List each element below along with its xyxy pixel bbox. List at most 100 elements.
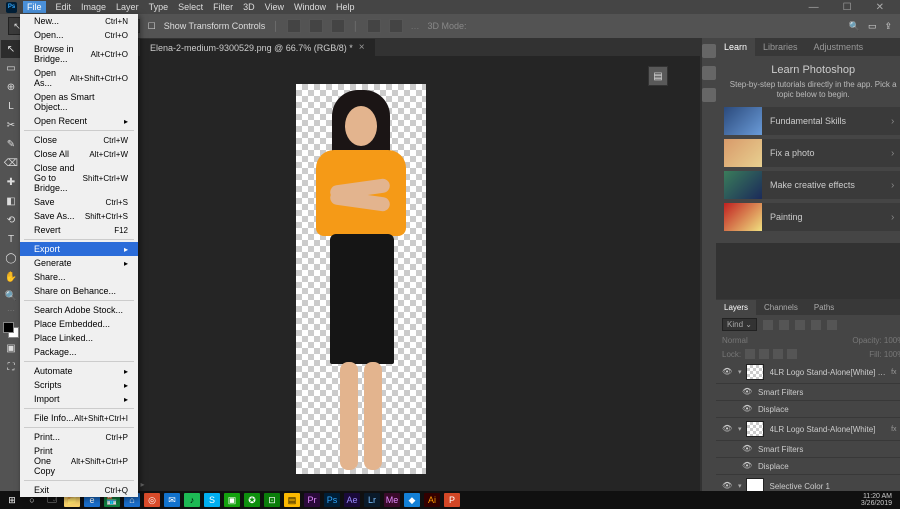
quick-select-tool[interactable]: L <box>1 97 21 115</box>
file-menu-item[interactable]: RevertF12 <box>20 223 138 237</box>
menu-select[interactable]: Select <box>178 2 203 12</box>
file-menu-item[interactable]: Place Embedded... <box>20 317 138 331</box>
layer-row[interactable]: Smart Filters <box>716 441 900 458</box>
file-menu-item[interactable]: Automate▸ <box>20 364 138 378</box>
search-icon[interactable]: 🔍 <box>849 21 860 32</box>
lock-transparency-icon[interactable] <box>745 349 755 359</box>
visibility-eye-icon[interactable] <box>742 444 752 454</box>
menu-layer[interactable]: Layer <box>116 2 139 12</box>
show-transform-checkbox[interactable]: ☐ <box>148 21 156 32</box>
file-menu-item[interactable]: Place Linked... <box>20 331 138 345</box>
taskbar-app-icon[interactable]: ⊞ <box>4 493 20 507</box>
swatches-panel-icon[interactable] <box>702 66 716 80</box>
taskbar-app-icon[interactable]: ◆ <box>404 493 420 507</box>
distribute-icon[interactable] <box>367 19 381 33</box>
lock-pixels-icon[interactable] <box>759 349 769 359</box>
layer-row[interactable]: ▾4LR Logo Stand-Alone[White]fx ⌄ <box>716 418 900 441</box>
file-menu-item[interactable]: Open Recent▸ <box>20 114 138 128</box>
align-icon[interactable] <box>331 19 345 33</box>
color-swatches[interactable] <box>3 322 19 338</box>
file-menu-item[interactable]: Search Adobe Stock... <box>20 303 138 317</box>
tab-paths[interactable]: Paths <box>806 300 842 315</box>
quick-mask-icon[interactable]: ▣ <box>1 339 21 357</box>
color-panel-icon[interactable] <box>702 44 716 58</box>
document-canvas[interactable] <box>296 84 426 474</box>
align-icon[interactable] <box>309 19 323 33</box>
file-menu-item[interactable]: Browse in Bridge...Alt+Ctrl+O <box>20 42 138 66</box>
clone-tool[interactable]: ◧ <box>1 192 21 210</box>
menu-filter[interactable]: Filter <box>213 2 233 12</box>
file-menu-item[interactable]: Package... <box>20 345 138 359</box>
expand-arrow-icon[interactable]: ▾ <box>738 368 742 376</box>
taskbar-app-icon[interactable]: ✪ <box>244 493 260 507</box>
shape-tool[interactable]: ◯ <box>1 249 21 267</box>
expand-arrow-icon[interactable]: ▾ <box>738 482 742 490</box>
workspace-icon[interactable]: ▭ <box>868 21 877 32</box>
filter-type-icon[interactable] <box>795 320 805 330</box>
tab-adjustments[interactable]: Adjustments <box>806 38 872 56</box>
learn-row-painting[interactable]: Painting › <box>724 203 900 231</box>
menu-view[interactable]: View <box>265 2 284 12</box>
file-menu-item[interactable]: Print...Ctrl+P <box>20 430 138 444</box>
file-menu-item[interactable]: Open as Smart Object... <box>20 90 138 114</box>
filter-pixel-icon[interactable] <box>763 320 773 330</box>
type-tool[interactable]: T <box>1 230 21 248</box>
tab-libraries[interactable]: Libraries <box>755 38 806 56</box>
file-menu-item[interactable]: File Info...Alt+Shift+Ctrl+I <box>20 411 138 425</box>
opacity-value[interactable]: 100% <box>884 336 900 345</box>
layer-row[interactable]: Displace <box>716 458 900 475</box>
zoom-tool[interactable]: 🔍 <box>1 287 21 305</box>
blend-mode-dropdown[interactable]: Normal <box>722 336 748 345</box>
taskbar-app-icon[interactable]: ⊡ <box>264 493 280 507</box>
file-menu-item[interactable]: Open As...Alt+Shift+Ctrl+O <box>20 66 138 90</box>
distribute-icon[interactable] <box>389 19 403 33</box>
file-menu-item[interactable]: Open...Ctrl+O <box>20 28 138 42</box>
layer-row[interactable]: ▾4LR Logo Stand-Alone[White] copyfx ⌄ <box>716 361 900 384</box>
file-menu-item[interactable]: Share... <box>20 270 138 284</box>
taskbar-app-icon[interactable]: Ai <box>424 493 440 507</box>
maximize-button[interactable]: ☐ <box>843 2 852 13</box>
close-button[interactable]: ✕ <box>876 2 884 13</box>
file-menu-item[interactable]: Share on Behance... <box>20 284 138 298</box>
file-menu-item[interactable]: Print One CopyAlt+Shift+Ctrl+P <box>20 444 138 478</box>
history-brush-tool[interactable]: ⟲ <box>1 211 21 229</box>
learn-row-fix-photo[interactable]: Fix a photo › <box>724 139 900 167</box>
filter-kind-dropdown[interactable]: Kind ⌄ <box>722 318 757 331</box>
tab-learn[interactable]: Learn <box>716 38 755 56</box>
filter-smart-icon[interactable] <box>827 320 837 330</box>
marquee-tool[interactable]: ▭ <box>1 59 21 77</box>
align-icon[interactable] <box>287 19 301 33</box>
menu-type[interactable]: Type <box>149 2 169 12</box>
hand-tool[interactable]: ✋ <box>1 268 21 286</box>
learn-row-effects[interactable]: Make creative effects › <box>724 171 900 199</box>
file-menu-item[interactable]: Close and Go to Bridge...Shift+Ctrl+W <box>20 161 138 195</box>
layer-row[interactable]: Displace <box>716 401 900 418</box>
file-menu-item[interactable]: Export▸ <box>20 242 138 256</box>
visibility-eye-icon[interactable] <box>722 424 732 434</box>
fill-value[interactable]: 100% <box>884 350 900 359</box>
properties-icon[interactable]: ▤ <box>648 66 668 86</box>
file-menu-item[interactable]: Close AllAlt+Ctrl+W <box>20 147 138 161</box>
visibility-eye-icon[interactable] <box>722 367 732 377</box>
expand-arrow-icon[interactable]: ▾ <box>738 425 742 433</box>
tab-channels[interactable]: Channels <box>756 300 806 315</box>
filter-adjust-icon[interactable] <box>779 320 789 330</box>
visibility-eye-icon[interactable] <box>742 387 752 397</box>
file-menu-item[interactable]: CloseCtrl+W <box>20 133 138 147</box>
taskbar-app-icon[interactable]: Ps <box>324 493 340 507</box>
taskbar-app-icon[interactable]: ▤ <box>284 493 300 507</box>
eyedropper-tool[interactable]: ✎ <box>1 135 21 153</box>
file-menu-item[interactable]: Import▸ <box>20 392 138 406</box>
foreground-color[interactable] <box>3 322 14 333</box>
fx-badge[interactable]: fx ⌄ <box>891 368 900 376</box>
minimize-button[interactable]: — <box>809 2 819 13</box>
visibility-eye-icon[interactable] <box>742 461 752 471</box>
file-menu-item[interactable]: New...Ctrl+N <box>20 14 138 28</box>
tab-layers[interactable]: Layers <box>716 300 756 315</box>
menu-image[interactable]: Image <box>81 2 106 12</box>
taskbar-app-icon[interactable]: Lr <box>364 493 380 507</box>
layer-thumbnail[interactable] <box>746 364 764 380</box>
screen-mode-icon[interactable]: ⛶ <box>1 358 21 376</box>
taskbar-app-icon[interactable]: Ae <box>344 493 360 507</box>
file-menu-item[interactable]: ExitCtrl+Q <box>20 483 138 497</box>
